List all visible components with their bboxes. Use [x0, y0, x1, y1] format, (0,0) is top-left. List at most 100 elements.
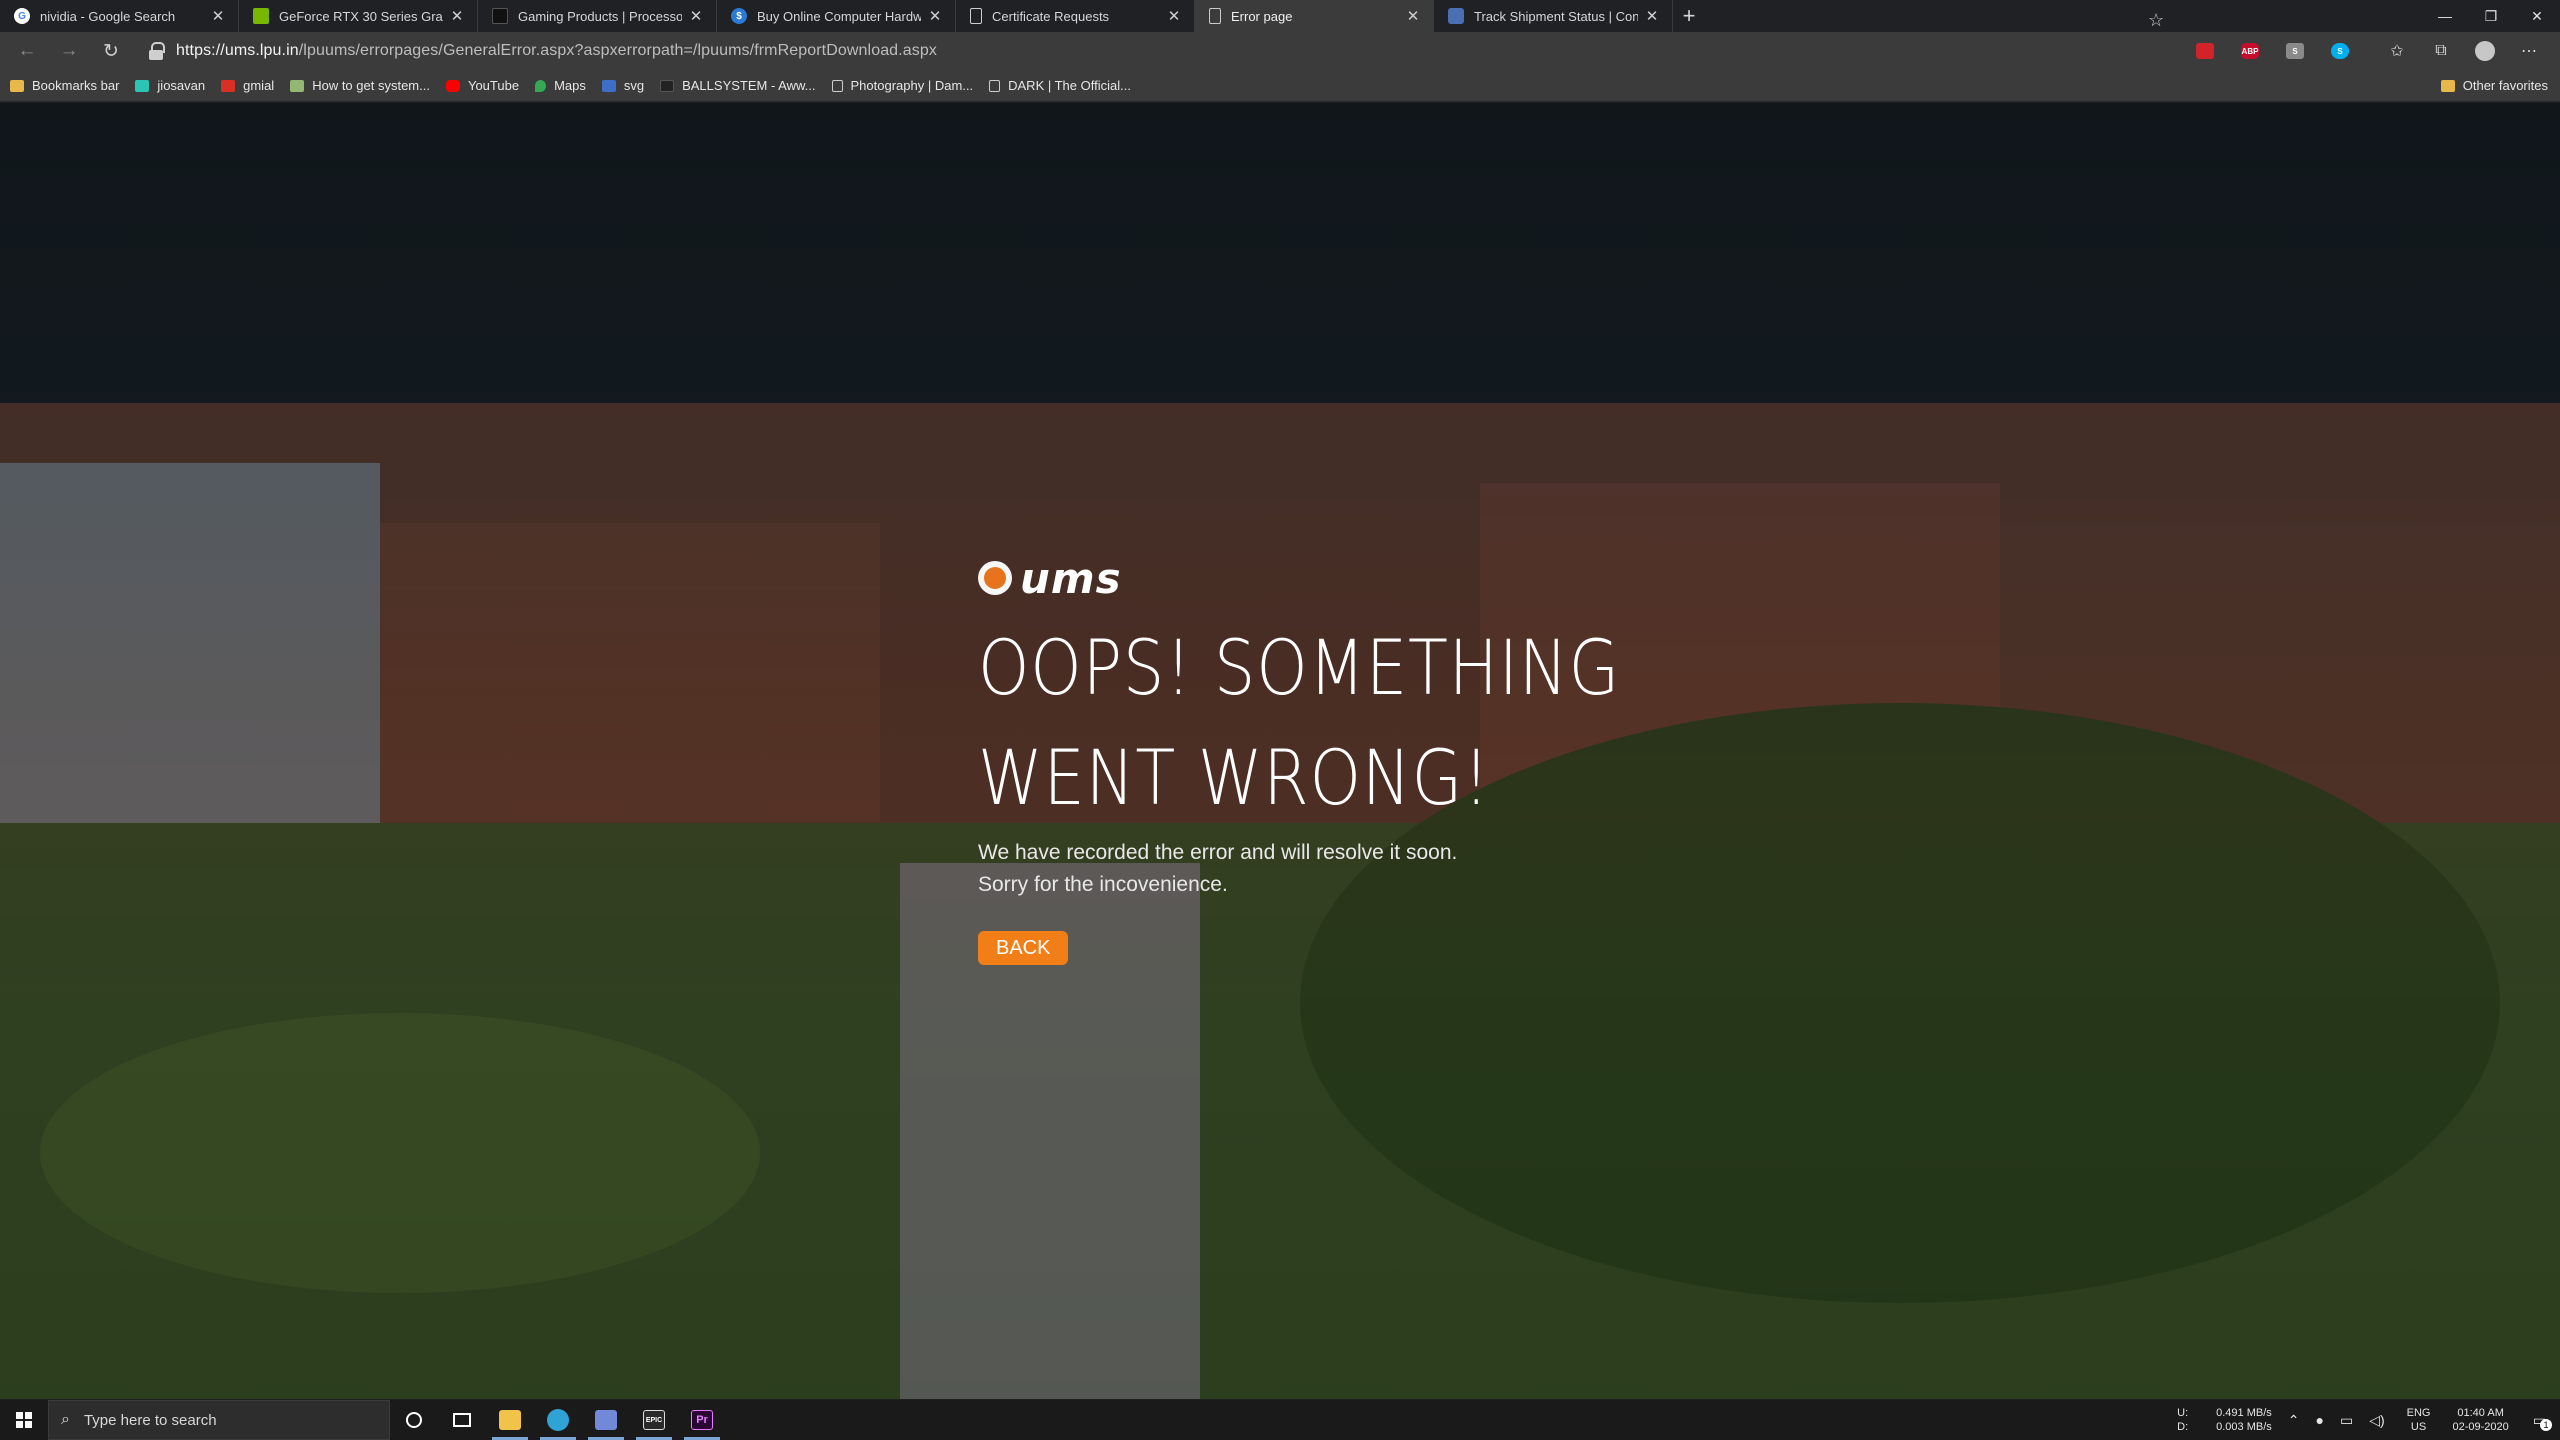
tab-google-search[interactable]: G nividia - Google Search ✕	[0, 0, 239, 32]
message-line-2: Sorry for the incovenience.	[978, 873, 1228, 896]
task-view-icon[interactable]	[438, 1400, 486, 1440]
close-icon[interactable]: ✕	[1166, 7, 1182, 25]
bookmark-gmial[interactable]: gmial	[221, 78, 274, 93]
taskbar-search-box[interactable]: ⌕ Type here to search	[48, 1400, 390, 1440]
window-controls: — ❐ ✕	[2422, 0, 2560, 32]
new-tab-button[interactable]: +	[1673, 0, 1705, 32]
microphone-icon[interactable]: ●	[2316, 1413, 2324, 1427]
close-icon[interactable]: ✕	[1644, 7, 1660, 25]
close-icon[interactable]: ✕	[1405, 7, 1421, 25]
close-icon[interactable]: ✕	[449, 7, 465, 25]
maps-icon	[535, 79, 547, 92]
tab-gaming-products[interactable]: Gaming Products | Processors an ✕	[478, 0, 717, 32]
bookmark-label: How to get system...	[312, 78, 430, 93]
tab-buy-hardware[interactable]: $ Buy Online Computer Hardware ✕	[717, 0, 956, 32]
shipment-icon	[1448, 8, 1464, 24]
page-icon	[989, 79, 1001, 92]
profile-avatar[interactable]	[2474, 40, 2496, 62]
tab-title: GeForce RTX 30 Series Graphics	[279, 8, 443, 24]
google-icon: G	[14, 8, 30, 24]
shop-icon: $	[731, 8, 747, 24]
forward-arrow-icon[interactable]: →	[48, 32, 90, 70]
restore-button[interactable]: ❐	[2468, 0, 2514, 32]
windows-taskbar: ⌕ Type here to search EPIC Pr U: D: 0.49…	[0, 1400, 2560, 1440]
tab-certificate-requests[interactable]: Certificate Requests ✕	[956, 0, 1195, 32]
chevron-up-icon[interactable]: ⌃	[2288, 1413, 2300, 1427]
language-label: ENG	[2406, 1407, 2431, 1419]
browser-toolbar: ← → ↻ https://ums.lpu.in/lpuums/errorpag…	[0, 32, 2560, 70]
close-icon[interactable]: ✕	[688, 7, 704, 25]
title-line-1: OOPS! SOMETHING	[978, 623, 1621, 712]
edge-icon[interactable]	[534, 1400, 582, 1440]
adblock-plus-icon[interactable]: ABP	[2241, 43, 2259, 59]
url-text[interactable]: https://ums.lpu.in/lpuums/errorpages/Gen…	[176, 42, 937, 60]
wikihow-icon	[290, 79, 305, 92]
network-icon[interactable]: ▭	[2340, 1413, 2353, 1427]
upload-label: U:	[2177, 1407, 2189, 1419]
tab-title: Error page	[1231, 8, 1293, 24]
other-favorites[interactable]: Other favorites	[2440, 78, 2548, 93]
back-arrow-icon[interactable]: ←	[6, 32, 48, 70]
tab-track-shipment[interactable]: Track Shipment Status | Consign ✕	[1434, 0, 1673, 32]
upload-speed: 0.491 MB/s	[2216, 1407, 2272, 1419]
notifications-icon[interactable]: ▭ 1	[2533, 1413, 2552, 1431]
close-icon[interactable]: ✕	[210, 7, 226, 25]
favorites-icon[interactable]: ✩	[2386, 40, 2408, 62]
volume-icon[interactable]: ◁)	[2369, 1413, 2384, 1427]
other-favorites-label: Other favorites	[2462, 78, 2548, 93]
collections-icon[interactable]: ⧉	[2430, 40, 2452, 62]
clock[interactable]: 01:40 AM 02-09-2020	[2452, 1406, 2508, 1434]
search-placeholder: Type here to search	[83, 1411, 217, 1429]
minimize-button[interactable]: —	[2422, 0, 2468, 32]
tab-error-page[interactable]: Error page ✕	[1195, 0, 1434, 32]
nvidia-icon	[253, 8, 269, 24]
back-button[interactable]: BACK	[978, 931, 1069, 965]
more-menu-icon[interactable]: ⋯	[2518, 40, 2540, 62]
awwwards-icon	[660, 79, 675, 92]
favorite-star-icon[interactable]: ☆	[2148, 10, 2164, 31]
svg-icon	[601, 79, 616, 92]
bookmark-youtube[interactable]: YouTube	[445, 78, 520, 93]
tab-geforce[interactable]: GeForce RTX 30 Series Graphics ✕	[239, 0, 478, 32]
bookmark-dark[interactable]: DARK | The Official...	[989, 78, 1131, 93]
epic-games-icon[interactable]: EPIC	[630, 1400, 678, 1440]
bookmark-svg[interactable]: svg	[601, 78, 645, 93]
search-icon: ⌕	[61, 1411, 70, 1428]
cortana-icon[interactable]	[390, 1400, 438, 1440]
system-tray: U: D: 0.491 MB/s 0.003 MB/s ⌃ ● ▭ ◁) ENG…	[2169, 1400, 2560, 1440]
bookmark-jiosavan[interactable]: jiosavan	[135, 78, 205, 93]
error-message: We have recorded the error and will reso…	[978, 837, 1598, 901]
start-button[interactable]	[0, 1400, 48, 1440]
extension-s-icon[interactable]: S	[2286, 43, 2304, 59]
bookmark-label: jiosavan	[157, 78, 206, 93]
bookmark-folder-bookmarks-bar[interactable]: Bookmarks bar	[10, 78, 119, 93]
youtube-icon	[445, 79, 460, 92]
clock-time: 01:40 AM	[2457, 1407, 2504, 1419]
amd-icon	[492, 8, 508, 24]
reload-icon[interactable]: ↻	[90, 32, 132, 70]
bookmark-photography[interactable]: Photography | Dam...	[831, 78, 974, 93]
close-icon[interactable]: ✕	[927, 7, 943, 25]
bookmark-label: Photography | Dam...	[850, 78, 974, 93]
tab-title: Track Shipment Status | Consign	[1474, 8, 1638, 24]
bookmark-maps[interactable]: Maps	[535, 78, 586, 93]
premiere-pro-icon[interactable]: Pr	[678, 1400, 726, 1440]
page-icon	[831, 79, 843, 92]
bookmark-how-to[interactable]: How to get system...	[290, 78, 430, 93]
bookmark-ballsystem[interactable]: BALLSYSTEM - Aww...	[660, 78, 816, 93]
bookmark-label: gmial	[243, 78, 275, 93]
lock-icon[interactable]	[148, 42, 165, 60]
tab-title: nividia - Google Search	[40, 8, 176, 24]
address-bar[interactable]: https://ums.lpu.in/lpuums/errorpages/Gen…	[148, 36, 2178, 66]
download-label: D:	[2177, 1421, 2189, 1433]
discord-icon[interactable]	[582, 1400, 630, 1440]
pdf-extension-icon[interactable]	[2196, 43, 2214, 59]
skype-icon[interactable]: S	[2331, 43, 2349, 59]
close-window-button[interactable]: ✕	[2514, 0, 2560, 32]
file-explorer-icon[interactable]	[486, 1400, 534, 1440]
bookmark-label: Bookmarks bar	[32, 78, 120, 93]
language-indicator[interactable]: ENG US	[2407, 1406, 2431, 1434]
folder-icon	[2440, 79, 2455, 92]
bookmark-label: YouTube	[467, 78, 520, 93]
bookmark-label: svg	[623, 78, 645, 93]
